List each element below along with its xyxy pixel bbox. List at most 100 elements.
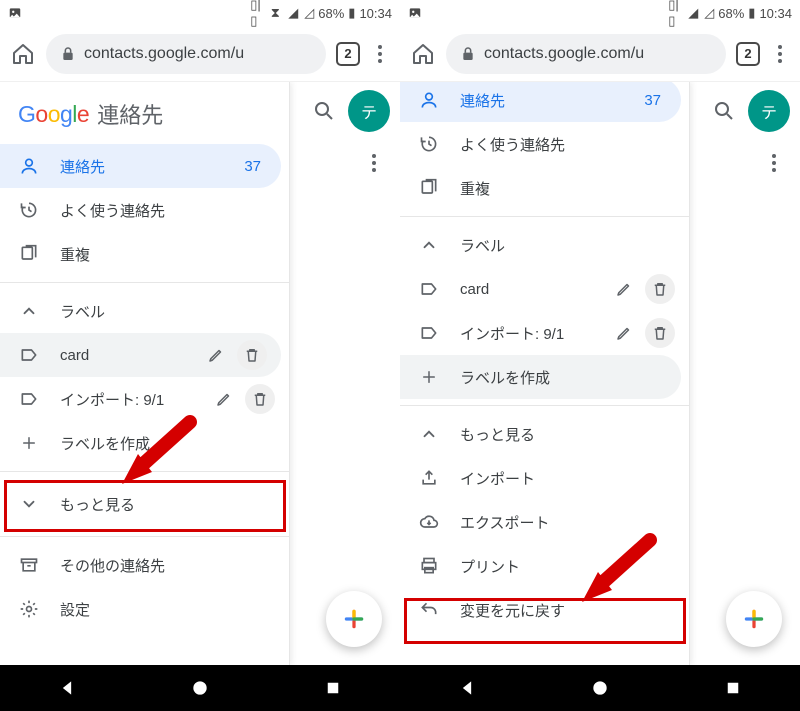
- nav-contacts[interactable]: 連絡先 37: [400, 82, 681, 122]
- nav-frequent[interactable]: よく使う連絡先: [400, 122, 689, 166]
- browser-toolbar: contacts.google.com/u 2: [0, 26, 400, 82]
- edit-label-button[interactable]: [201, 340, 231, 370]
- nav-duplicates[interactable]: 重複: [0, 232, 289, 276]
- nav-contacts[interactable]: 連絡先 37: [0, 144, 281, 188]
- copy-icon: [18, 243, 40, 265]
- battery-text: 68%: [318, 6, 344, 21]
- picture-icon: [408, 6, 422, 20]
- browser-menu-button[interactable]: [770, 45, 790, 63]
- android-nav-bar: [0, 665, 400, 711]
- nav-frequent[interactable]: よく使う連絡先: [0, 188, 289, 232]
- battery-text: 68%: [718, 6, 744, 21]
- create-contact-fab[interactable]: [326, 591, 382, 647]
- google-logo: Google: [18, 101, 89, 128]
- back-button[interactable]: [456, 677, 478, 699]
- label-icon: [418, 278, 440, 300]
- signal-icon: ◿: [704, 5, 714, 21]
- delete-label-button[interactable]: [645, 274, 675, 304]
- history-icon: [418, 133, 440, 155]
- delete-label-button[interactable]: [237, 340, 267, 370]
- search-icon[interactable]: [312, 99, 336, 123]
- wifi-icon: ◢: [686, 6, 700, 20]
- app-title: 連絡先: [97, 98, 163, 130]
- clock-text: 10:34: [359, 6, 392, 21]
- nav-more[interactable]: もっと見る: [400, 412, 689, 456]
- home-button[interactable]: [589, 677, 611, 699]
- browser-menu-button[interactable]: [370, 45, 390, 63]
- recent-button[interactable]: [322, 677, 344, 699]
- home-button[interactable]: [189, 677, 211, 699]
- nav-undo-changes[interactable]: 変更を元に戻す: [400, 588, 689, 632]
- delete-label-button[interactable]: [245, 384, 275, 414]
- status-bar: ▯|▯ ⧗ ◢ ◿ 68% ▮ 10:34: [0, 0, 400, 26]
- avatar[interactable]: テ: [748, 90, 790, 132]
- nav-export[interactable]: エクスポート: [400, 500, 689, 544]
- url-text: contacts.google.com/u: [484, 45, 712, 63]
- back-button[interactable]: [56, 677, 78, 699]
- cloud-download-icon: [418, 511, 440, 533]
- recent-button[interactable]: [722, 677, 744, 699]
- android-nav-bar: [400, 665, 800, 711]
- nav-label-card[interactable]: card: [0, 333, 281, 377]
- right-screenshot: ▯|▯ ◢ ◿ 68% ▮ 10:34 contacts.google.com/…: [400, 0, 800, 711]
- navigation-drawer: 連絡先 37 よく使う連絡先 重複 ラベル c: [400, 82, 690, 665]
- person-icon: [418, 89, 440, 111]
- nav-label-header[interactable]: ラベル: [0, 289, 289, 333]
- print-icon: [418, 555, 440, 577]
- nav-create-label[interactable]: ラベルを作成: [0, 421, 289, 465]
- nav-other-contacts[interactable]: その他の連絡先: [0, 543, 289, 587]
- chevron-up-icon: [418, 423, 440, 445]
- label-icon: [418, 322, 440, 344]
- address-bar[interactable]: contacts.google.com/u: [46, 34, 326, 74]
- delete-label-button[interactable]: [645, 318, 675, 348]
- chevron-up-icon: [418, 234, 440, 256]
- history-icon: [18, 199, 40, 221]
- upload-icon: [418, 467, 440, 489]
- person-icon: [18, 155, 40, 177]
- nav-label-import[interactable]: インポート: 9/1: [400, 311, 689, 355]
- picture-icon: [8, 6, 22, 20]
- copy-icon: [418, 177, 440, 199]
- lock-icon: [460, 46, 476, 62]
- address-bar[interactable]: contacts.google.com/u: [446, 34, 726, 74]
- nav-label-card[interactable]: card: [400, 267, 689, 311]
- wifi-icon: ◢: [286, 6, 300, 20]
- nav-import[interactable]: インポート: [400, 456, 689, 500]
- search-icon[interactable]: [712, 99, 736, 123]
- edit-label-button[interactable]: [609, 318, 639, 348]
- nav-settings[interactable]: 設定: [0, 587, 289, 631]
- nav-print[interactable]: プリント: [400, 544, 689, 588]
- undo-icon: [418, 599, 440, 621]
- avatar[interactable]: テ: [348, 90, 390, 132]
- browser-toolbar: contacts.google.com/u 2: [400, 26, 800, 82]
- clock-text: 10:34: [759, 6, 792, 21]
- tab-count-button[interactable]: 2: [336, 42, 360, 66]
- edit-label-button[interactable]: [209, 384, 239, 414]
- battery-icon: ▮: [348, 5, 355, 21]
- nav-label-header[interactable]: ラベル: [400, 223, 689, 267]
- nav-label-import[interactable]: インポート: 9/1: [0, 377, 289, 421]
- chevron-down-icon: [18, 493, 40, 515]
- left-screenshot: ▯|▯ ⧗ ◢ ◿ 68% ▮ 10:34 contacts.google.co…: [0, 0, 400, 711]
- chevron-up-icon: [18, 300, 40, 322]
- archive-icon: [18, 554, 40, 576]
- gear-icon: [18, 598, 40, 620]
- label-icon: [18, 388, 40, 410]
- create-contact-fab[interactable]: [726, 591, 782, 647]
- list-menu-button[interactable]: [764, 154, 784, 172]
- home-icon[interactable]: [10, 41, 36, 67]
- plus-icon: [418, 366, 440, 388]
- navigation-drawer: Google 連絡先 連絡先 37 よく使う連絡先 重複: [0, 82, 290, 665]
- status-bar: ▯|▯ ◢ ◿ 68% ▮ 10:34: [400, 0, 800, 26]
- home-icon[interactable]: [410, 41, 436, 67]
- edit-label-button[interactable]: [609, 274, 639, 304]
- list-menu-button[interactable]: [364, 154, 384, 172]
- tab-count-button[interactable]: 2: [736, 42, 760, 66]
- label-icon: [18, 344, 40, 366]
- signal-icon: ◿: [304, 5, 314, 21]
- bluetooth-icon: ⧗: [268, 6, 282, 20]
- nav-create-label[interactable]: ラベルを作成: [400, 355, 681, 399]
- vibrate-icon: ▯|▯: [668, 6, 682, 20]
- nav-more[interactable]: もっと見る: [0, 478, 289, 530]
- nav-duplicates[interactable]: 重複: [400, 166, 689, 210]
